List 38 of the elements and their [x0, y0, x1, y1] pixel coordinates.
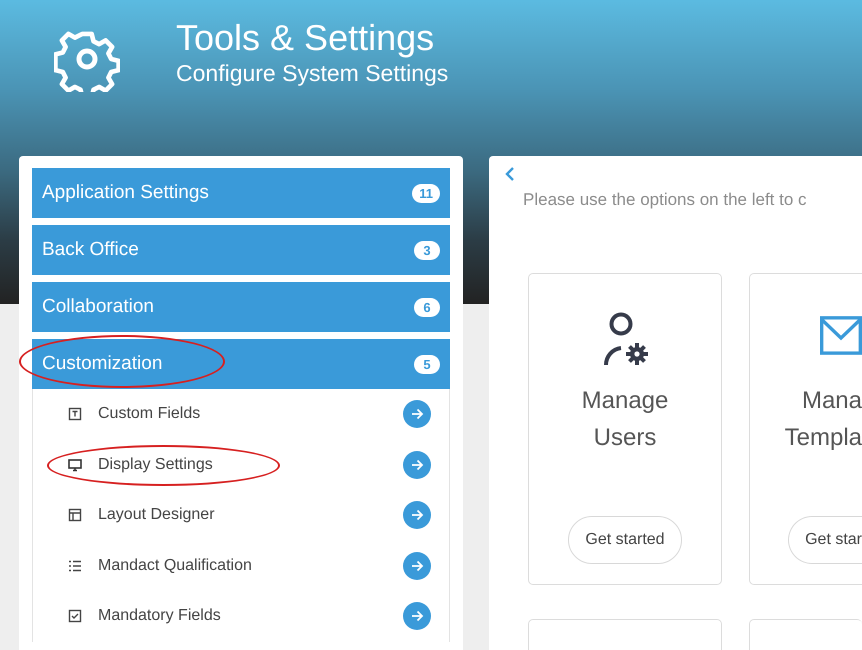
open-button[interactable]: [403, 552, 431, 580]
back-chevron-icon[interactable]: [504, 166, 516, 182]
text-field-icon: [68, 407, 82, 422]
arrow-right-icon: [410, 458, 424, 472]
card-title: Manage: [582, 386, 668, 416]
menu-item-label[interactable]: Mandact Qualification: [98, 556, 403, 575]
menu-item-label[interactable]: Custom Fields: [98, 405, 403, 424]
card-title: Mana: [802, 386, 862, 416]
get-started-button[interactable]: Get started: [568, 516, 682, 564]
card-title: Templa: [784, 423, 862, 453]
monitor-icon: [68, 458, 82, 472]
arrow-right-icon: [410, 558, 424, 573]
arrow-right-icon: [410, 609, 424, 624]
count-badge: 3: [414, 240, 440, 260]
menu-item-label[interactable]: Display Settings: [98, 456, 403, 474]
arrow-right-icon: [410, 508, 424, 522]
card-title: Users: [594, 423, 656, 453]
page-title: Tools & Settings: [176, 18, 436, 58]
intro-text: Please use the options on the left to c: [523, 190, 808, 210]
category-label: Back Office: [42, 239, 139, 261]
open-button[interactable]: [403, 602, 431, 630]
open-button[interactable]: [403, 501, 431, 530]
checkbox-icon: [68, 609, 82, 624]
arrow-right-icon: [410, 407, 424, 422]
menu-item-label[interactable]: Mandatory Fields: [98, 607, 403, 626]
category-label: Application Settings: [42, 182, 209, 204]
menu-item-label[interactable]: Layout Designer: [98, 506, 403, 524]
list-icon: [68, 558, 82, 573]
count-badge: 6: [414, 298, 440, 316]
category-label: Collaboration: [42, 296, 154, 318]
open-button[interactable]: [403, 450, 431, 479]
open-button[interactable]: [403, 400, 431, 428]
get-started-button[interactable]: Get star: [788, 516, 862, 564]
page-subtitle: Configure System Settings: [176, 59, 448, 88]
count-badge: 11: [412, 184, 440, 202]
category-label: Customization: [42, 353, 162, 375]
count-badge: 5: [414, 354, 440, 374]
layout-icon: [68, 508, 82, 522]
